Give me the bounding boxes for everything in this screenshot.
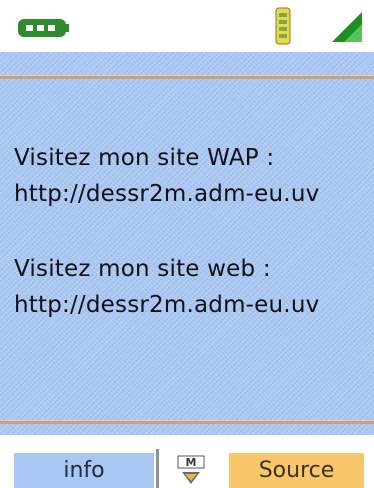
status-bar [0,0,374,52]
wap-site-url[interactable]: http://dessr2m.adm-eu.uv [14,176,374,212]
web-site-url[interactable]: http://dessr2m.adm-eu.uv [14,287,374,323]
menu-icon[interactable]: M [174,453,208,487]
network-icon [332,12,362,42]
source-softkey[interactable]: Source [229,453,364,488]
svg-text:M: M [186,456,197,469]
top-divider [0,75,374,79]
info-softkey[interactable]: info [14,453,154,488]
web-site-label: Visitez mon site web : [14,256,271,282]
softkey-bar: info M Source [0,435,374,488]
signal-strength-icon [275,7,291,45]
softkey-separator [156,449,159,488]
battery-icon [18,19,69,37]
message-content: Visitez mon site WAP : http://dessr2m.ad… [0,52,374,435]
bottom-divider [0,420,374,424]
wap-site-label: Visitez mon site WAP : [14,145,275,171]
